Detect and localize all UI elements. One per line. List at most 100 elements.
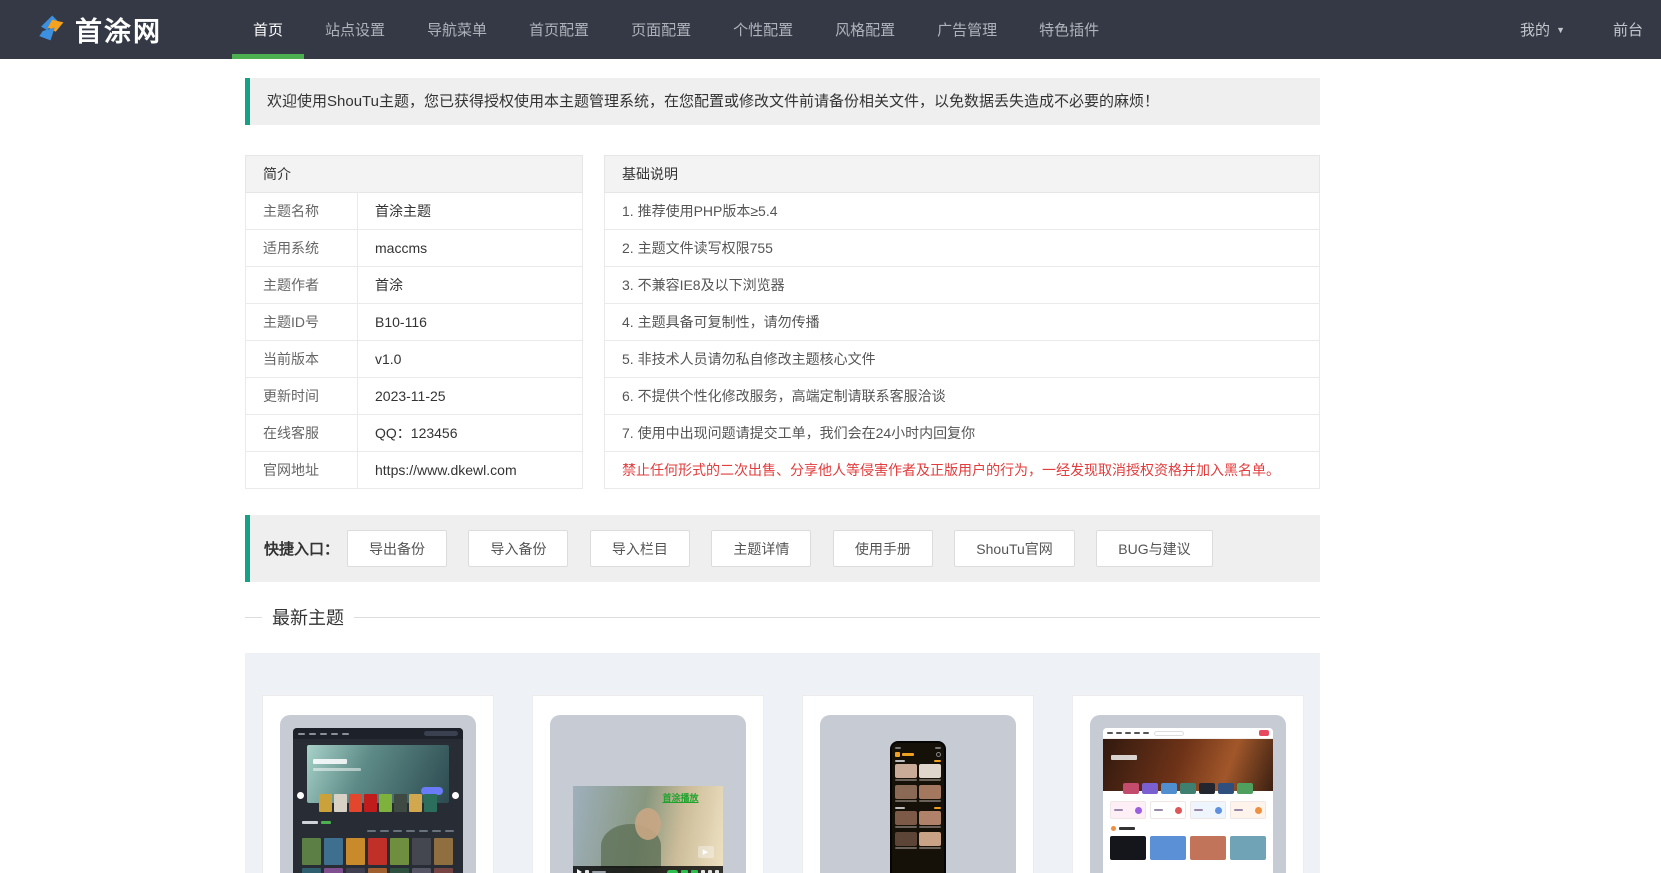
page-content: 欢迎使用ShouTu主题，您已获得授权使用本主题管理系统，在您配置或修改文件前请…: [245, 78, 1320, 630]
note-text: 5. 非技术人员请勿私自修改主题核心文件: [604, 340, 1320, 378]
notes-table-row: 1. 推荐使用PHP版本≥5.4: [604, 192, 1320, 230]
intro-row-label: 官网地址: [245, 451, 358, 489]
main-menu: 首页 站点设置 导航菜单 首页配置 页面配置 个性配置 风格配置 广告管理 特色…: [232, 0, 1120, 59]
brand-logo[interactable]: 首涂网: [35, 0, 162, 59]
nav-menu-item[interactable]: 站点设置: [304, 0, 406, 59]
quick-entry-button[interactable]: 主题详情: [711, 530, 812, 567]
intro-table: 简介 主题名称 首涂主题 适用系统 maccms 主题作者 首涂 主题ID号 B…: [245, 155, 583, 489]
intro-row-label: 在线客服: [245, 414, 358, 452]
nav-menu-item-label: 站点设置: [325, 22, 386, 39]
brand-name: 首涂网: [75, 17, 162, 47]
notes-table-body: 1. 推荐使用PHP版本≥5.4 2. 主题文件读写权限755 3. 不兼容IE…: [604, 192, 1320, 452]
notes-table-row: 7. 使用中出现问题请提交工单，我们会在24小时内回复你: [604, 414, 1320, 452]
theme-card-1[interactable]: [261, 695, 494, 873]
intro-table-row: 适用系统 maccms: [245, 229, 583, 267]
theme-card-4[interactable]: [1071, 695, 1304, 873]
intro-table-title: 简介: [245, 155, 583, 193]
frontend-link[interactable]: 前台: [1613, 19, 1643, 40]
nav-menu-item-label: 特色插件: [1039, 22, 1100, 39]
quick-entry-label: 快捷入口：: [264, 541, 340, 558]
nav-menu-item[interactable]: 风格配置: [814, 0, 916, 59]
title-divider-left: [245, 616, 262, 618]
intro-table-row: 在线客服 QQ：123456: [245, 414, 583, 452]
info-tables: 简介 主题名称 首涂主题 适用系统 maccms 主题作者 首涂 主题ID号 B…: [245, 155, 1320, 489]
quick-entry-button[interactable]: 导出备份: [347, 530, 448, 567]
nav-right: 我的 ▼ 前台: [1520, 0, 1643, 59]
quick-entry-button[interactable]: 导入备份: [468, 530, 569, 567]
intro-table-row: 更新时间 2023-11-25: [245, 377, 583, 415]
quick-entry-button[interactable]: 使用手册: [832, 530, 933, 567]
nav-menu-item[interactable]: 首页: [232, 0, 305, 59]
note-text: 2. 主题文件读写权限755: [604, 229, 1320, 267]
chevron-down-icon: ▼: [1556, 24, 1565, 35]
intro-row-value: v1.0: [357, 340, 583, 378]
notes-table-title: 基础说明: [604, 155, 1320, 193]
nav-menu-item[interactable]: 个性配置: [712, 0, 814, 59]
player-watermark: 首涂播放: [662, 793, 699, 803]
intro-row-label: 适用系统: [245, 229, 358, 267]
nav-menu-item-label: 导航菜单: [427, 22, 488, 39]
intro-table-row: 当前版本 v1.0: [245, 340, 583, 378]
theme-card-2[interactable]: 首涂播放 ▶: [531, 695, 764, 873]
nav-menu-item-label: 页面配置: [631, 22, 692, 39]
intro-row-value: 首涂主题: [357, 192, 583, 230]
theme-preview-2: 首涂播放 ▶: [549, 715, 746, 873]
note-text: 4. 主题具备可复制性，请勿传播: [604, 303, 1320, 341]
intro-row-value: QQ：123456: [357, 414, 583, 452]
my-dropdown[interactable]: 我的 ▼: [1520, 19, 1565, 40]
nav-menu-item[interactable]: 页面配置: [610, 0, 712, 59]
note-text: 1. 推荐使用PHP版本≥5.4: [604, 192, 1320, 230]
intro-table-row: 主题名称 首涂主题: [245, 192, 583, 230]
nav-menu-item-label: 首页配置: [529, 22, 590, 39]
my-dropdown-label: 我的: [1520, 22, 1551, 39]
intro-table-row: 主题作者 首涂: [245, 266, 583, 304]
notes-table-row: 4. 主题具备可复制性，请勿传播: [604, 303, 1320, 341]
theme-preview-1: [279, 715, 476, 873]
warning-row: 禁止任何形式的二次出售、分享他人等侵害作者及正版用户的行为，一经发现取消授权资格…: [604, 451, 1320, 489]
intro-row-label: 主题ID号: [245, 303, 358, 341]
intro-row-value: maccms: [357, 229, 583, 267]
nav-menu-item-label: 个性配置: [733, 22, 794, 39]
nav-menu-item[interactable]: 导航菜单: [406, 0, 508, 59]
nav-menu-item[interactable]: 特色插件: [1018, 0, 1120, 59]
notes-table-row: 6. 不提供个性化修改服务，高端定制请联系客服洽谈: [604, 377, 1320, 415]
theme-card-3[interactable]: [801, 695, 1034, 873]
note-text: 7. 使用中出现问题请提交工单，我们会在24小时内回复你: [604, 414, 1320, 452]
intro-row-value: 2023-11-25: [357, 377, 583, 415]
intro-row-label: 当前版本: [245, 340, 358, 378]
quick-entry-button[interactable]: BUG与建议: [1096, 530, 1213, 567]
note-text: 3. 不兼容IE8及以下浏览器: [604, 266, 1320, 304]
notes-table-row: 5. 非技术人员请勿私自修改主题核心文件: [604, 340, 1320, 378]
intro-row-label: 更新时间: [245, 377, 358, 415]
top-nav: 首涂网 首页 站点设置 导航菜单 首页配置 页面配置 个性配置 风格配置 广告管…: [0, 0, 1661, 59]
theme-preview-4: [1089, 715, 1286, 873]
welcome-alert: 欢迎使用ShouTu主题，您已获得授权使用本主题管理系统，在您配置或修改文件前请…: [245, 78, 1320, 125]
play-icon: ▶: [697, 846, 714, 858]
warning-text: 禁止任何形式的二次出售、分享他人等侵害作者及正版用户的行为，一经发现取消授权资格…: [604, 451, 1320, 489]
quick-entry-bar: 快捷入口： 导出备份 导入备份 导入栏目 主题详情 使用手册 ShouTu官网 …: [245, 515, 1320, 582]
latest-themes-section-title: 最新主题: [245, 604, 1320, 630]
theme-preview-3: [819, 715, 1016, 873]
quick-entry-button[interactable]: ShouTu官网: [954, 530, 1075, 567]
intro-row-value: B10-116: [357, 303, 583, 341]
nav-menu-item[interactable]: 广告管理: [916, 0, 1018, 59]
intro-row-label: 主题作者: [245, 266, 358, 304]
nav-menu-item-label: 广告管理: [937, 22, 998, 39]
intro-row-value: https://www.dkewl.com: [357, 451, 583, 489]
intro-table-row: 主题ID号 B10-116: [245, 303, 583, 341]
latest-themes-showcase: 首涂播放 ▶: [245, 653, 1320, 873]
title-divider-right: [354, 616, 1320, 618]
note-text: 6. 不提供个性化修改服务，高端定制请联系客服洽谈: [604, 377, 1320, 415]
nav-menu-item-label: 首页: [253, 22, 284, 39]
intro-table-body: 主题名称 首涂主题 适用系统 maccms 主题作者 首涂 主题ID号 B10-…: [245, 192, 583, 489]
nav-menu-item[interactable]: 首页配置: [508, 0, 610, 59]
notes-table-row: 3. 不兼容IE8及以下浏览器: [604, 266, 1320, 304]
intro-row-value: 首涂: [357, 266, 583, 304]
quick-entry-buttons: 导出备份 导入备份 导入栏目 主题详情 使用手册 ShouTu官网 BUG与建议: [347, 530, 1230, 567]
frontend-link-label: 前台: [1612, 22, 1643, 39]
quick-entry-button[interactable]: 导入栏目: [589, 530, 690, 567]
notes-table: 基础说明 1. 推荐使用PHP版本≥5.4 2. 主题文件读写权限755 3. …: [604, 155, 1320, 489]
intro-table-row: 官网地址 https://www.dkewl.com: [245, 451, 583, 489]
latest-themes-title-text: 最新主题: [272, 608, 344, 628]
shoutu-logo-icon: [35, 12, 66, 48]
